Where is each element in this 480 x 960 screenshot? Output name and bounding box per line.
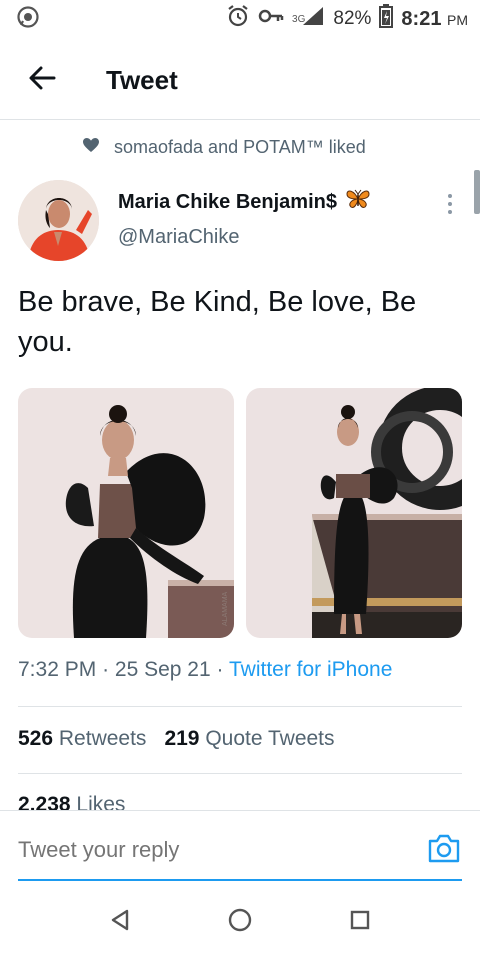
arrow-left-icon: [28, 64, 56, 97]
clock-ampm: PM: [447, 11, 468, 28]
key-icon: [258, 7, 284, 31]
circle-home-icon: [227, 907, 253, 938]
divider: [18, 773, 462, 774]
tweet-source-link[interactable]: Twitter for iPhone: [229, 658, 392, 681]
retweets-count: 526: [18, 727, 54, 750]
more-dot: [448, 194, 452, 198]
tweet-photo-2[interactable]: [246, 388, 462, 638]
network-type: 3G: [292, 14, 306, 25]
retweets-label: Retweets: [58, 727, 147, 750]
tweet-date: 25 Sep 21: [114, 658, 211, 681]
system-nav-bar: [0, 884, 480, 960]
back-button[interactable]: [12, 50, 72, 110]
author-name[interactable]: Maria Chike Benjamin$: [118, 188, 371, 216]
clock: 8:21 PM: [401, 8, 468, 31]
whatsapp-icon: [16, 5, 40, 34]
retweets-link[interactable]: 526 Retweets: [18, 727, 146, 751]
square-recents-icon: [349, 909, 371, 936]
tweet-stats: 526 Retweets 219 Quote Tweets: [18, 727, 335, 751]
nav-home-button[interactable]: [222, 904, 258, 940]
reply-bar: [0, 810, 480, 882]
triangle-back-icon: [109, 908, 131, 937]
status-bar: 3G 82% 8:21 PM: [0, 0, 480, 38]
quote-tweets-label: Quote Tweets: [205, 727, 335, 750]
battery-percent: 82%: [333, 8, 372, 29]
top-app-bar: Tweet: [0, 44, 480, 116]
author-handle[interactable]: @MariaChike: [118, 226, 239, 249]
page-title: Tweet: [106, 64, 178, 95]
photo-watermark: ALAMAMA: [222, 591, 229, 626]
media-grid: ALAMAMA: [18, 388, 462, 638]
tweet-text: Be brave, Be Kind, Be love, Be you.: [18, 286, 417, 358]
tweet-photo-1[interactable]: ALAMAMA: [18, 388, 234, 638]
likes-link[interactable]: 2,238 Likes: [18, 792, 318, 810]
tweet-meta: 7:32 PM · 25 Sep 21 · Twitter for iPhone: [18, 658, 392, 682]
social-context[interactable]: somaofada and POTAM™ liked: [82, 137, 366, 158]
camera-icon: [424, 834, 464, 873]
nav-recents-button[interactable]: [342, 904, 378, 940]
scrollbar-thumb[interactable]: [474, 170, 480, 214]
social-context-text: somaofada and POTAM™ liked: [114, 137, 366, 157]
more-dot: [448, 210, 452, 214]
alarm-icon: [226, 4, 250, 34]
battery-charging-icon: [379, 4, 394, 34]
quote-tweets-count: 219: [164, 727, 200, 750]
header-divider: [0, 119, 480, 120]
divider: [18, 706, 462, 707]
author-name-text: Maria Chike Benjamin$: [118, 190, 337, 213]
clock-time: 8:21: [401, 7, 442, 30]
quote-tweets-link[interactable]: 219 Quote Tweets: [164, 727, 334, 751]
meta-separator: ·: [102, 658, 110, 681]
nav-back-button[interactable]: [102, 904, 138, 940]
likes-label: Likes: [76, 793, 126, 810]
reply-input[interactable]: [18, 837, 398, 863]
tweet-time: 7:32 PM: [18, 658, 97, 681]
meta-separator: ·: [216, 658, 224, 681]
likes-count: 2,238: [18, 793, 71, 810]
butterfly-icon: [345, 188, 371, 216]
reply-underline: [18, 879, 462, 881]
more-options-button[interactable]: [440, 190, 460, 218]
heart-icon: [82, 137, 100, 158]
avatar[interactable]: [18, 180, 99, 261]
more-dot: [448, 202, 452, 206]
camera-button[interactable]: [424, 829, 464, 869]
